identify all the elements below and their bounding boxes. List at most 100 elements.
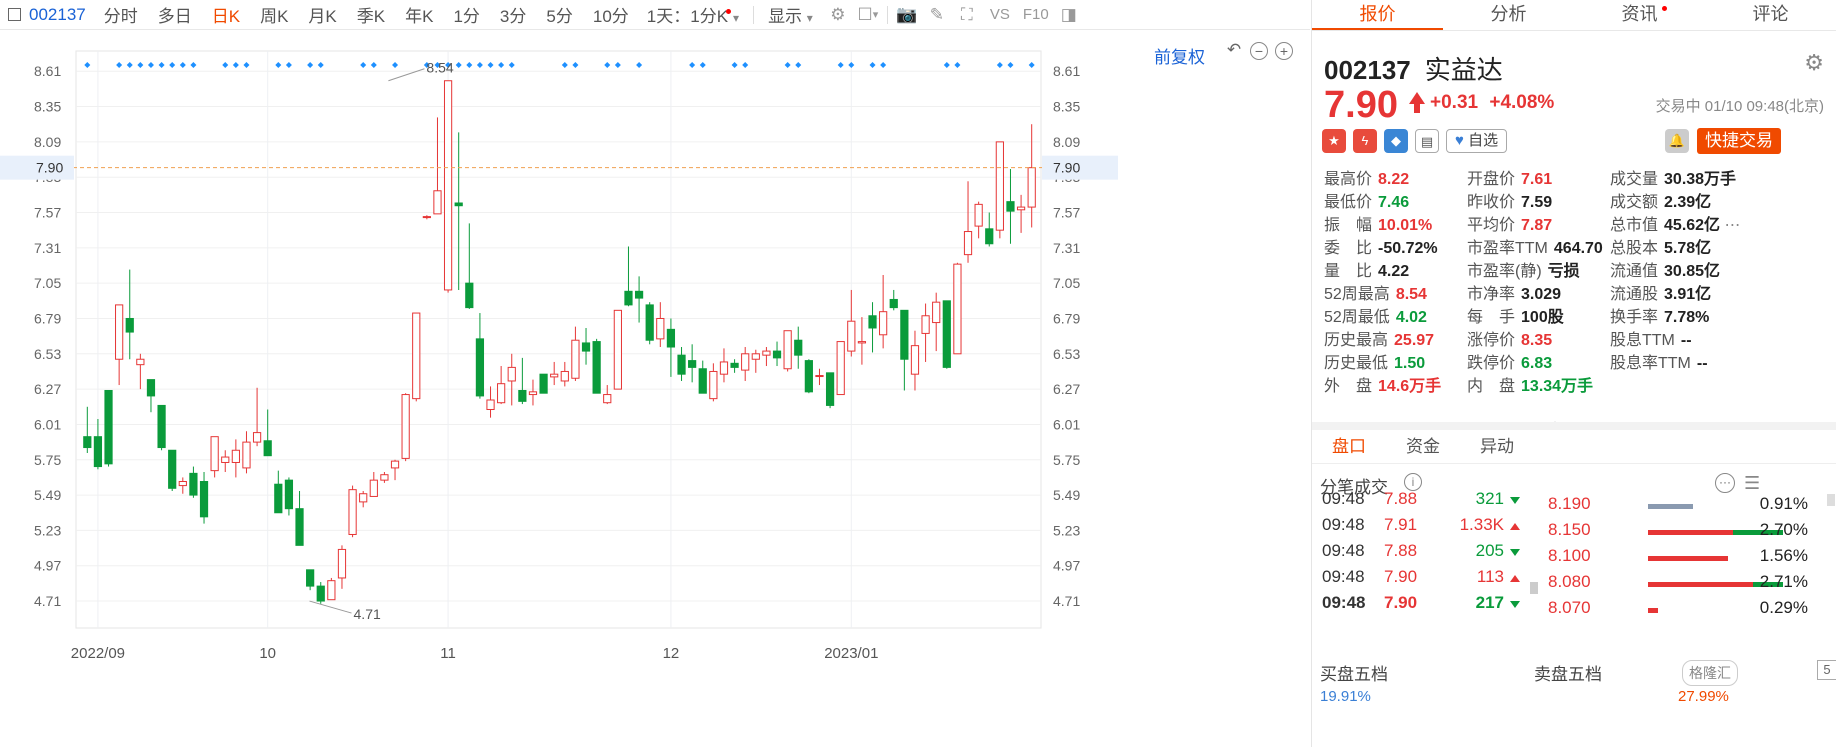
list-icon[interactable]: ☰ [1744,473,1760,494]
candle-body [274,483,283,514]
camera-icon[interactable]: 📷 [892,3,922,27]
f10-icon[interactable]: F10 [1018,3,1054,27]
period-tab[interactable]: 分时 [94,2,148,27]
kline-chart[interactable]: 8.618.618.358.358.098.097.837.837.577.57… [0,31,1310,747]
candle-body [963,231,973,256]
stat-cell: 换手率 7.78% [1610,309,1710,326]
candle-body [772,350,782,359]
adjust-fuquan-label[interactable]: 前复权 [1154,43,1205,68]
stat-cell: 历史最高 25.97 [1324,332,1435,349]
level-bar [1648,504,1693,509]
note-icon[interactable]: ▤ [1415,129,1439,153]
y-tick-left: 8.09 [34,134,61,150]
y-tick-left: 6.53 [34,346,61,362]
high-marker-label: 8.54 [426,60,453,76]
reset-icon[interactable]: ↶ [1225,41,1243,60]
y-tick-left: 6.27 [34,381,61,397]
collapse-square-icon[interactable] [8,8,21,21]
quote-panel: 报价 分析 资讯 评论 002137 实益达 ⚙ 7.90 +0.31 +4.08% 交… [1311,0,1836,747]
y-tick-right: 5.23 [1053,522,1080,538]
quote-tab[interactable]: 分析 [1443,0,1574,30]
direction-arrow-icon [1510,575,1520,582]
tick-trades-list: 09:48 7.88 321 09:48 7.91 1.33K 09:48 7.88 205 09… [1312,489,1532,619]
sidebar-toggle-icon[interactable]: ◨ [1054,3,1084,27]
candle-body [284,479,294,510]
y-tick-right: 6.53 [1053,346,1080,362]
display-menu[interactable]: 显示 ▾ [758,2,823,27]
sub-tab[interactable]: 盘口 [1312,431,1386,463]
quote-tab[interactable]: 评论 [1705,0,1836,30]
sell-ratio: 27.99% [1678,688,1729,705]
pencil-icon[interactable]: ✎ [922,3,952,27]
multi-day-select[interactable]: 1天：1分K ▾ [639,2,749,27]
draw-rect-icon[interactable]: ☐ ▾ [853,3,883,27]
candle-body [889,298,898,309]
zoom-in-icon[interactable]: + [1275,42,1293,60]
kline-chart-area[interactable]: 8.618.618.358.358.098.097.837.837.577.57… [0,31,1310,747]
current-price: 7.90 [1324,84,1398,126]
direction-arrow-icon [1510,549,1520,556]
level-row: 8.150 2.70% [1548,520,1808,539]
y-tick-right: 6.27 [1053,381,1080,397]
stat-cell: 最低价 7.46 [1324,194,1410,211]
period-tab[interactable]: 年K [395,2,443,27]
period-tab[interactable]: 1分 [443,2,489,27]
more-icon[interactable]: ··· [1715,473,1735,493]
candle-body [146,379,156,397]
scrollbar[interactable] [1827,494,1835,506]
stats-grid: 最高价 8.22 开盘价 7.61 成交量 30.38万手 最低价 7.46 昨收价 7.59 成交… [1324,165,1829,395]
candle-body [868,315,877,329]
tag-icon[interactable]: ◆ [1384,129,1408,153]
y-tick-right: 8.61 [1053,63,1080,79]
settings-gear-icon[interactable]: ⚙ [823,3,853,27]
quote-tab[interactable]: 报价 [1312,0,1443,30]
period-tab[interactable]: 季K [347,2,395,27]
candle-body [794,339,803,356]
direction-arrow-icon [1510,497,1520,504]
candle-body [539,373,548,394]
y-tick-left: 4.71 [34,593,61,609]
panel-settings-icon[interactable]: ⚙ [1804,50,1824,76]
page-button[interactable]: 5 [1817,660,1836,680]
period-tab[interactable]: 多日 [148,2,202,27]
period-tab[interactable]: 周K [250,2,298,27]
quick-trade-button[interactable]: 快捷交易 [1697,128,1781,154]
candle-body [836,341,845,396]
candle-body [634,290,644,299]
bell-alert-icon[interactable]: 🔔 [1665,129,1689,153]
quote-tab[interactable]: 资讯 [1574,0,1705,30]
candle-body [136,358,145,366]
y-tick-right: 8.35 [1053,99,1080,115]
candle-body [1027,167,1036,208]
candle-body [242,441,251,469]
low-marker-label: 4.71 [354,606,381,622]
sub-tab[interactable]: 资金 [1386,431,1460,463]
period-tab[interactable]: 3分 [490,2,536,27]
candle-body [465,282,474,309]
fullscreen-icon[interactable]: ⛶ [952,3,982,27]
period-tab[interactable]: 5分 [536,2,582,27]
candle-body [433,190,442,215]
more-dots-icon[interactable]: ⋯ [1720,217,1741,234]
candle-body [443,80,453,291]
y-tick-left: 4.97 [34,558,61,574]
lightning-icon[interactable]: ϟ [1353,129,1377,153]
section-divider [1312,422,1836,430]
x-axis-label: 11 [440,645,456,662]
candle-body [879,311,888,336]
stat-cell: 市净率 3.029 [1467,286,1562,303]
period-tab[interactable]: 月K [298,2,346,27]
period-tab[interactable]: 10分 [583,2,639,27]
period-tab[interactable]: 日K [202,2,250,27]
zoom-out-icon[interactable]: − [1250,42,1268,60]
y-tick-right: 4.97 [1053,558,1080,574]
level-row: 8.100 1.56% [1548,546,1808,565]
x-axis-label: 10 [259,645,276,662]
add-watchlist-button[interactable]: ♥ 自选 [1446,129,1508,153]
candle-body [985,228,994,245]
candle-body [359,493,368,503]
sub-tab[interactable]: 异动 [1460,431,1534,463]
y-tick-right: 4.71 [1053,593,1080,609]
vs-compare-icon[interactable]: VS [982,3,1018,27]
y-tick-left: 5.23 [34,522,61,538]
